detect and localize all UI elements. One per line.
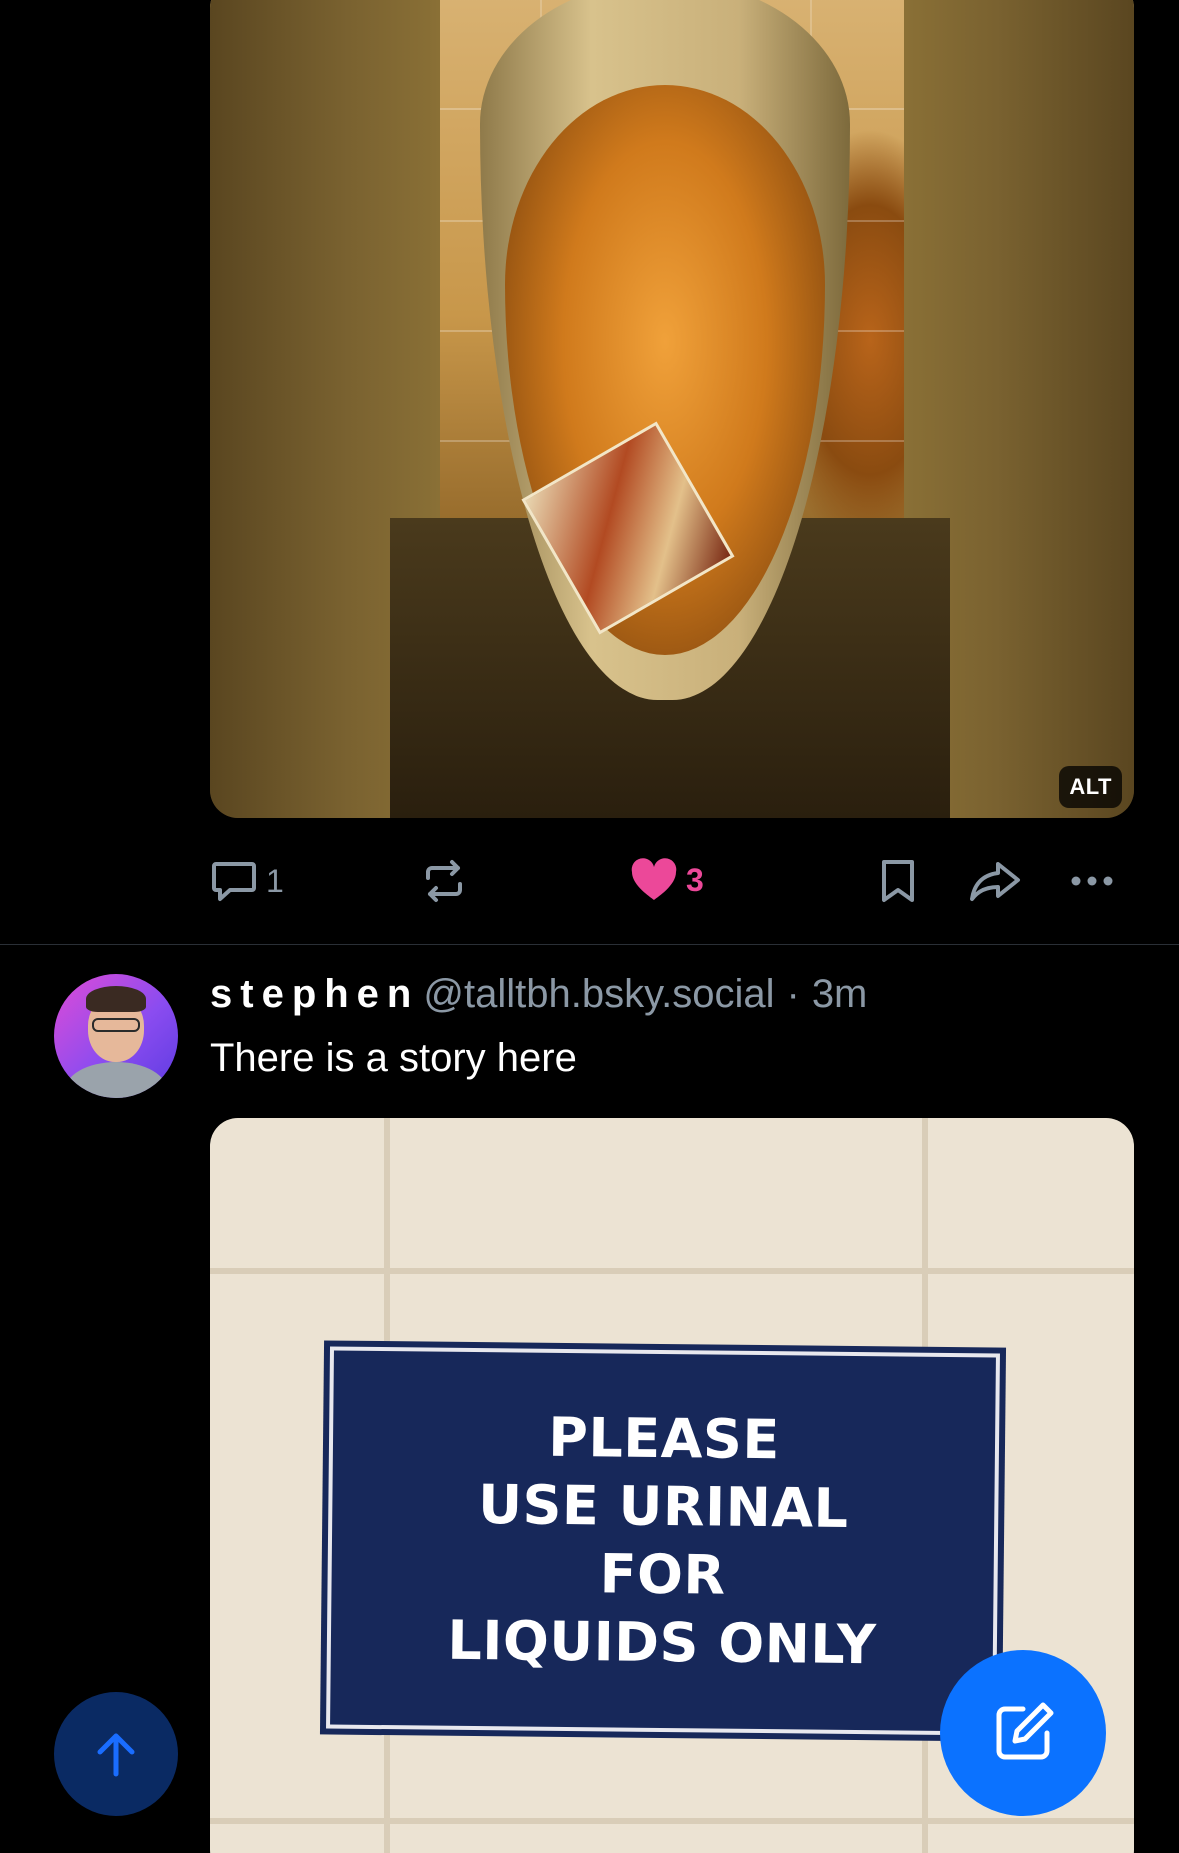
- bookmark-icon: [882, 860, 914, 902]
- header-separator: ·: [786, 972, 800, 1016]
- post-header: stephen @talltbh.bsky.social · 3m: [210, 972, 867, 1022]
- post-timestamp[interactable]: 3m: [812, 972, 868, 1017]
- author-display-name[interactable]: stephen: [210, 972, 419, 1017]
- compose-post-button[interactable]: [940, 1650, 1106, 1816]
- like-count: 3: [686, 861, 704, 898]
- arrow-up-icon: [97, 1733, 135, 1777]
- alt-text-badge[interactable]: ALT: [1059, 766, 1122, 808]
- sign-line: FOR: [599, 1542, 726, 1607]
- like-button[interactable]: 3: [630, 858, 704, 902]
- tile-grout: [210, 1268, 1134, 1274]
- post-body-text: There is a story here: [210, 1036, 577, 1080]
- scroll-to-top-button[interactable]: [54, 1692, 178, 1816]
- ellipsis-icon: [1071, 876, 1113, 886]
- sign-line: USE URINAL: [477, 1473, 849, 1540]
- tile-grout: [210, 1818, 1134, 1824]
- feed-page: ALT 1 3 stephen @talltbh.bsky.social · 3…: [0, 0, 1179, 1853]
- avatar-hair: [86, 986, 146, 1012]
- more-options-button[interactable]: [1068, 858, 1116, 904]
- post-divider: [0, 944, 1179, 945]
- post-action-bar: 1 3: [0, 850, 1179, 910]
- share-arrow-icon: [970, 862, 1020, 901]
- author-handle[interactable]: @talltbh.bsky.social: [423, 972, 774, 1017]
- sign-line: PLEASE: [548, 1405, 781, 1472]
- compose-pencil-icon: [996, 1702, 1054, 1760]
- post-image-urinal[interactable]: ALT: [210, 0, 1134, 818]
- avatar-body: [64, 1062, 168, 1098]
- reply-count: 1: [266, 862, 284, 899]
- heart-icon: [631, 858, 677, 900]
- avatar-glasses: [92, 1018, 140, 1032]
- reply-button[interactable]: 1: [210, 858, 284, 904]
- sign-line: LIQUIDS ONLY: [447, 1608, 877, 1677]
- liquids-only-sign: PLEASE USE URINAL FOR LIQUIDS ONLY: [326, 1346, 1000, 1736]
- repost-arrows-icon: [426, 860, 462, 902]
- repost-button[interactable]: [420, 858, 476, 904]
- speech-bubble-icon: [212, 862, 256, 901]
- share-button[interactable]: [968, 858, 1022, 904]
- bookmark-button[interactable]: [878, 858, 918, 904]
- author-avatar[interactable]: [54, 974, 178, 1098]
